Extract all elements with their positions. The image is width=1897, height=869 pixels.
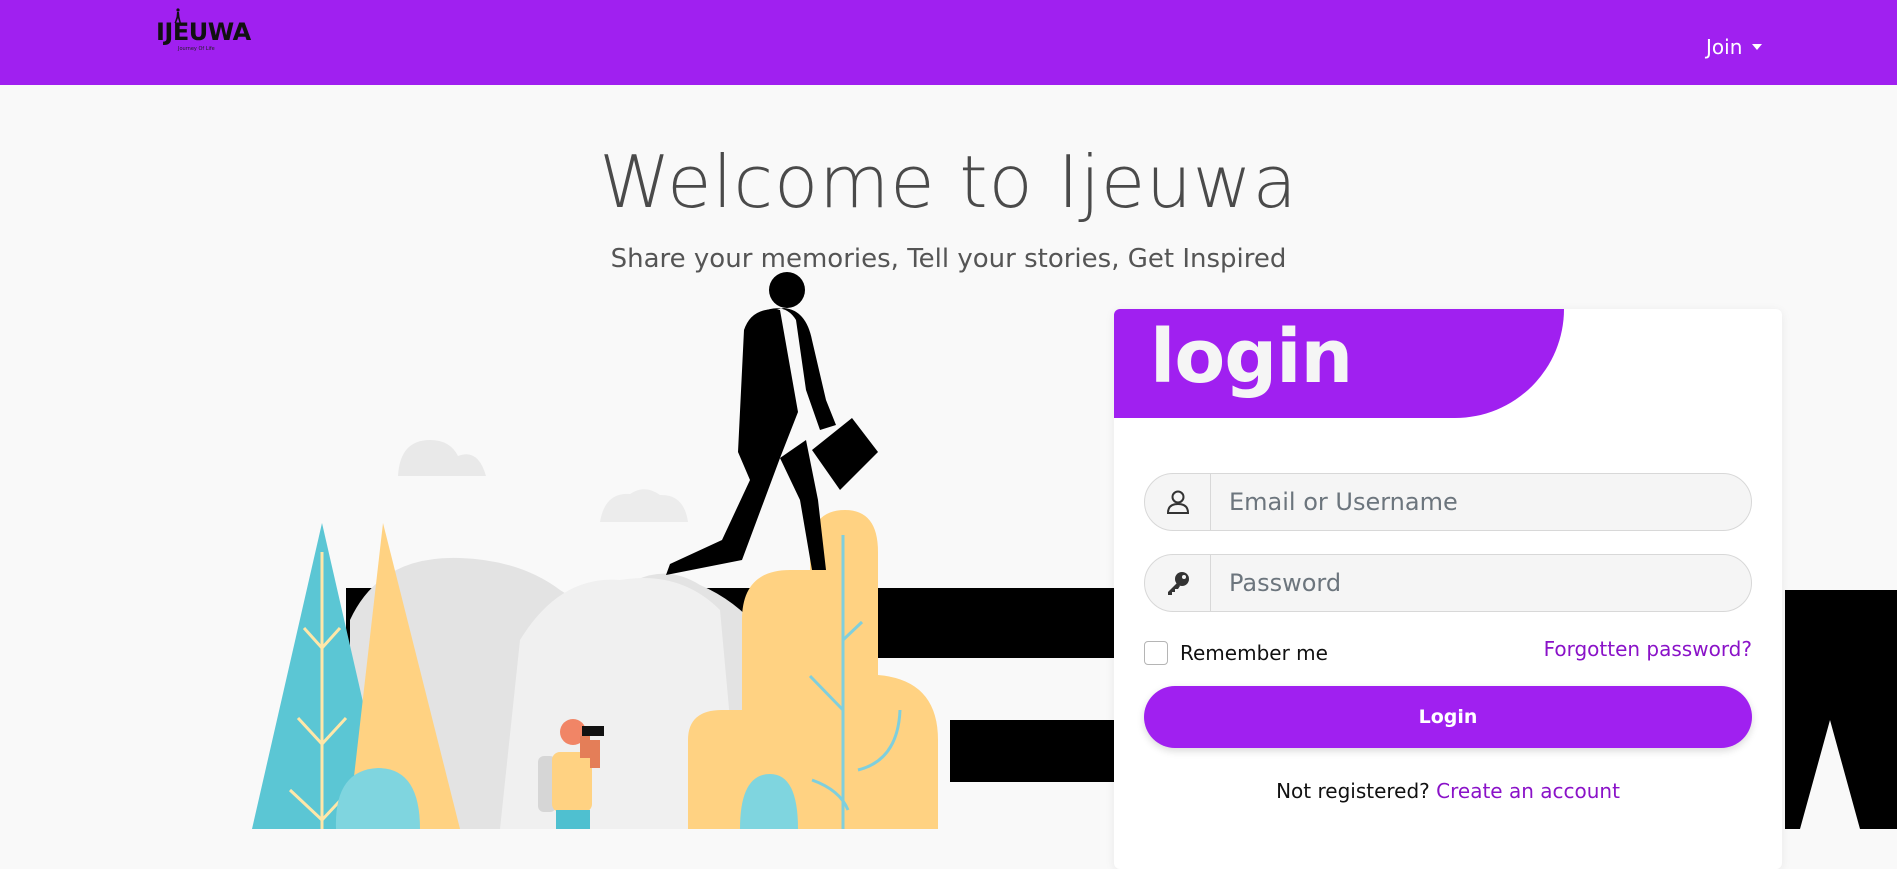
password-input[interactable] xyxy=(1211,555,1751,611)
login-button[interactable]: Login xyxy=(1144,686,1752,748)
forgotten-password-link[interactable]: Forgotten password? xyxy=(1544,637,1752,661)
login-card-title: login xyxy=(1150,314,1353,400)
register-prompt: Not registered? Create an account xyxy=(1114,779,1782,803)
page-title: Welcome to Ijeuwa xyxy=(599,140,1298,224)
remember-me-checkbox[interactable] xyxy=(1144,641,1168,665)
login-card: login Remember me Forgotten password? Lo… xyxy=(1114,309,1782,869)
email-input-group xyxy=(1144,473,1752,531)
password-input-group xyxy=(1144,554,1752,612)
key-icon xyxy=(1145,555,1211,611)
cloud-shape xyxy=(398,440,486,476)
top-navbar: IJEUWA Journey Of Life Join xyxy=(0,0,1897,85)
cloud-shape xyxy=(600,489,688,522)
logo-tagline: Journey Of Life xyxy=(178,46,215,52)
site-logo[interactable]: IJEUWA Journey Of Life xyxy=(152,6,264,52)
not-registered-text: Not registered? xyxy=(1276,779,1430,803)
logo-text: IJEUWA xyxy=(156,18,251,46)
user-icon xyxy=(1145,474,1211,530)
remember-me-label[interactable]: Remember me xyxy=(1180,641,1328,665)
login-card-header: login xyxy=(1114,309,1564,418)
email-username-input[interactable] xyxy=(1211,474,1751,530)
page-subtitle: Share your memories, Tell your stories, … xyxy=(610,244,1287,274)
create-account-link[interactable]: Create an account xyxy=(1436,779,1620,803)
remember-me-row: Remember me xyxy=(1144,641,1328,665)
join-label: Join xyxy=(1706,35,1743,59)
caret-down-icon xyxy=(1752,44,1763,50)
join-dropdown[interactable]: Join xyxy=(1706,34,1763,60)
